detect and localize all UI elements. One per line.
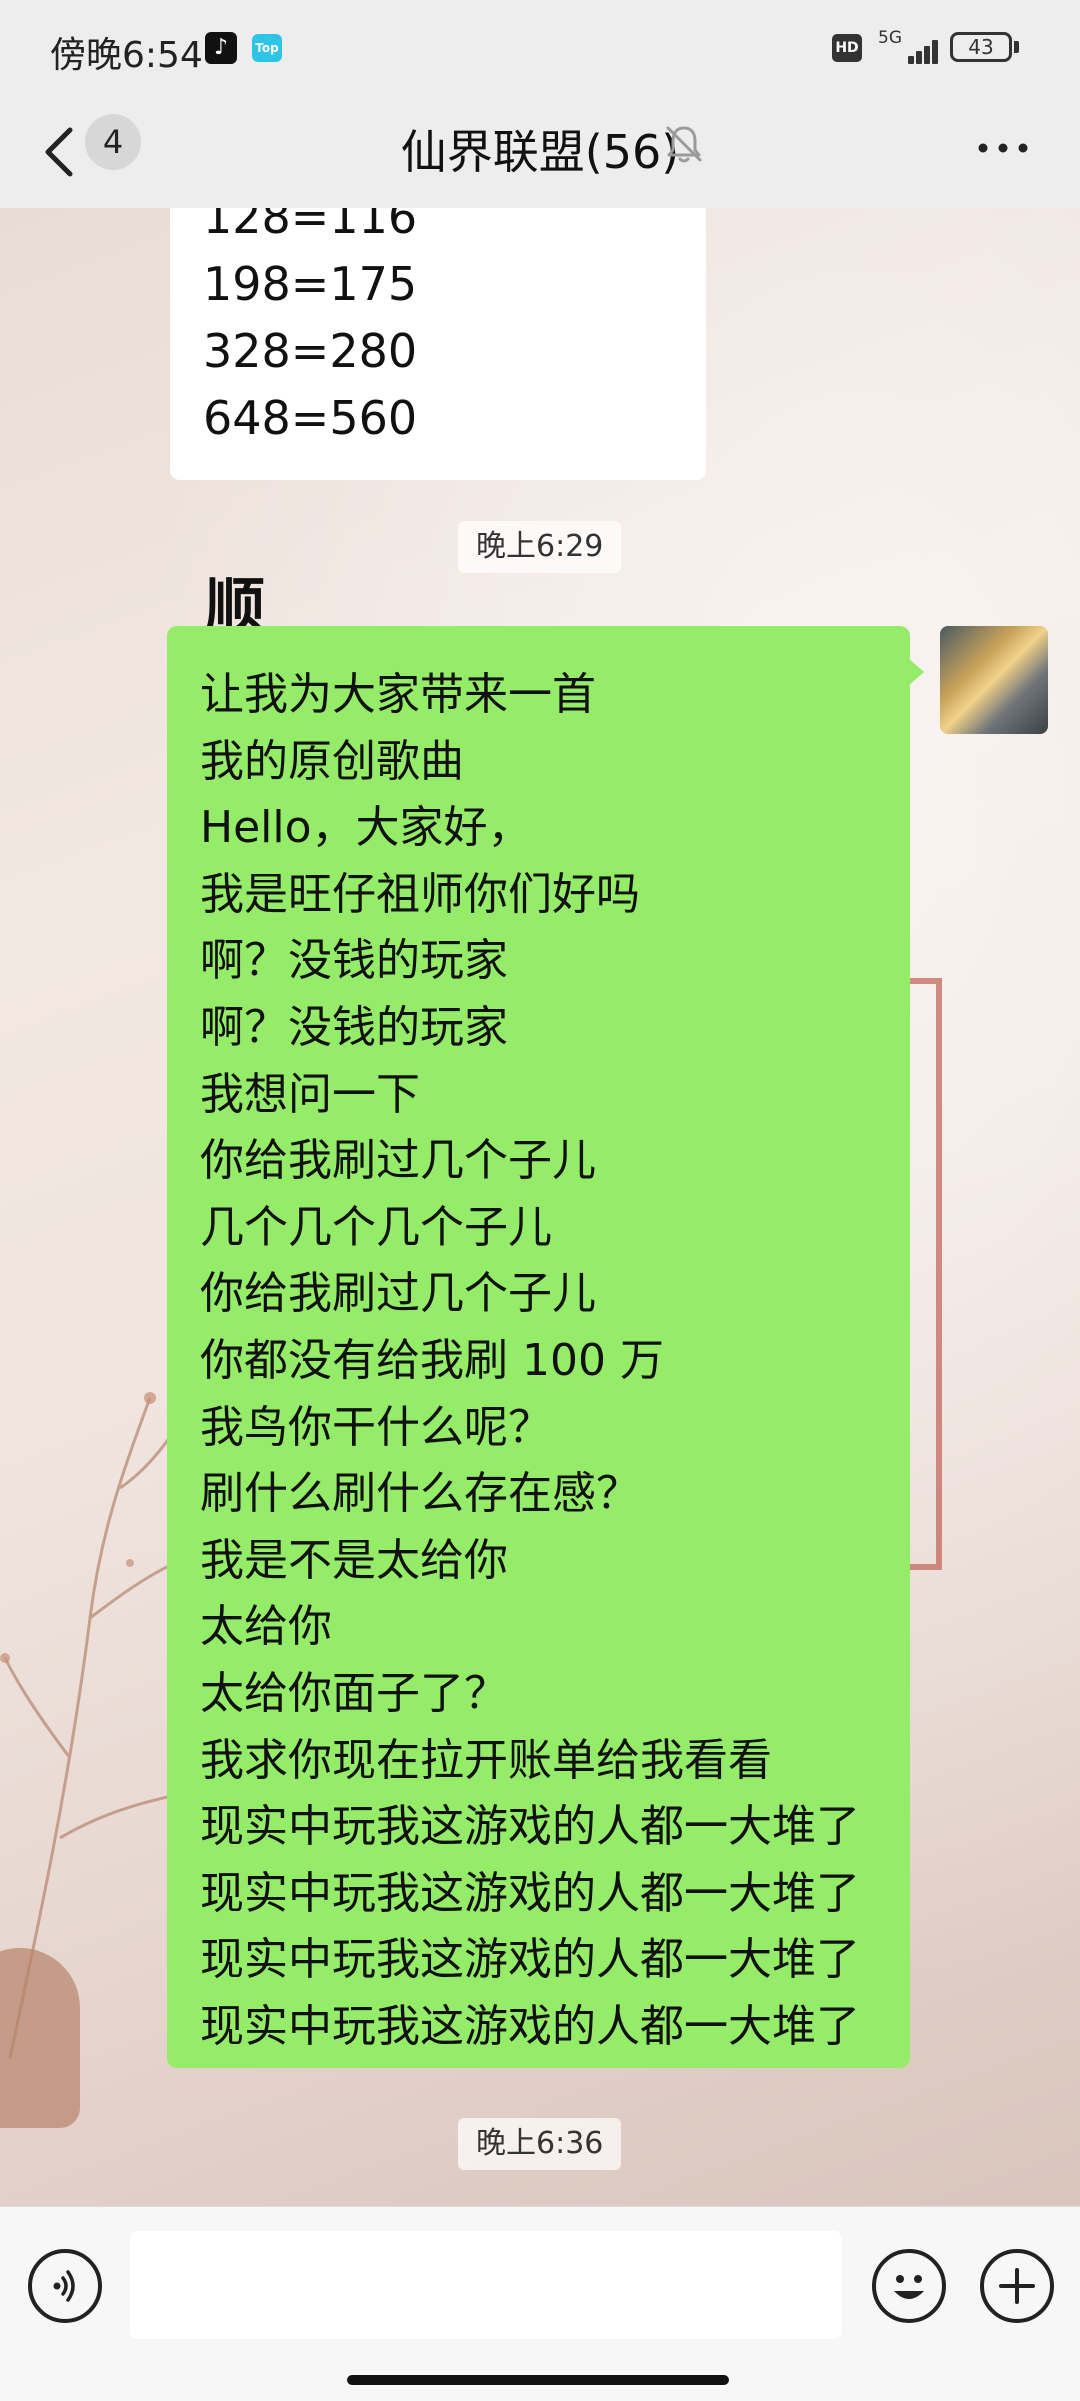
lyric-line: 太给你 <box>200 1601 332 1652</box>
plus-button[interactable] <box>980 2249 1054 2323</box>
lyric-line: 刷什么刷什么存在感？ <box>200 1468 640 1519</box>
avatar[interactable] <box>940 626 1048 734</box>
voice-icon <box>53 2270 75 2302</box>
lyric-line: 现实中玩我这游戏的人都一大堆了 <box>200 1801 860 1852</box>
bubble-tail <box>908 658 924 686</box>
home-indicator[interactable] <box>347 2375 729 2385</box>
chat-title[interactable]: 仙界联盟(56) <box>401 116 679 182</box>
lyric-line: 啊？没钱的玩家 <box>200 1002 508 1053</box>
chat-header: 4 仙界联盟(56) <box>0 100 1080 208</box>
lyric-line: 几个几个几个子儿 <box>200 1202 552 1253</box>
message-input[interactable] <box>130 2231 842 2339</box>
lyric-line: 我的原创歌曲 <box>200 736 464 787</box>
price-line: 128=116 <box>203 208 418 244</box>
battery-icon: 43 <box>950 32 1012 62</box>
wallpaper-vase-decoration <box>0 1948 80 2128</box>
message-timestamp: 晚上6:29 <box>458 521 622 573</box>
lyric-line: 我求你现在拉开账单给我看看 <box>200 1735 772 1786</box>
signal-icon <box>900 36 942 64</box>
lyric-line: 你给我刷过几个子儿 <box>200 1268 596 1319</box>
chat-title-wrap: 仙界联盟(56) <box>0 116 1080 182</box>
lyric-line: 你给我刷过几个子儿 <box>200 1135 596 1186</box>
top-app-icon: Top <box>252 34 282 62</box>
network-label: 5G <box>878 28 902 48</box>
bell-off-icon <box>666 126 702 163</box>
lyric-line: 我鸟你干什么呢？ <box>200 1402 552 1453</box>
chat-messages[interactable]: 128=116 198=175 328=280 648=560 晚上6:29 顺… <box>0 208 1080 2206</box>
emoji-button[interactable] <box>872 2249 946 2323</box>
more-dots-icon[interactable] <box>975 138 1031 158</box>
voice-button[interactable] <box>28 2249 102 2323</box>
input-bar <box>0 2206 1080 2401</box>
hd-badge: HD <box>832 34 862 62</box>
lyric-line: 我是旺仔祖师你们好吗 <box>200 869 640 920</box>
price-line: 198=175 <box>203 257 418 311</box>
lyric-line: 我想问一下 <box>200 1069 420 1120</box>
lyric-line: 现实中玩我这游戏的人都一大堆了 <box>200 1868 860 1919</box>
price-line: 648=560 <box>203 391 418 445</box>
price-line: 328=280 <box>203 324 418 378</box>
emoji-icon <box>894 2275 924 2299</box>
lyric-line: 现实中玩我这游戏的人都一大堆了 <box>200 1934 860 1985</box>
lyric-line: 太给你面子了？ <box>200 1668 508 1719</box>
battery-cap <box>1014 41 1019 53</box>
status-time: 傍晚6:54 <box>50 35 203 76</box>
message-timestamp: 晚上6:36 <box>458 2118 622 2170</box>
lyric-line: Hello，大家好， <box>200 802 532 853</box>
tiktok-icon: ♪ <box>205 32 237 64</box>
plus-icon <box>999 2268 1035 2304</box>
lyric-line: 现实中玩我这游戏的人都一大堆了 <box>200 2001 860 2052</box>
lyric-line: 啊？没钱的玩家 <box>200 935 508 986</box>
lyric-line: 你都没有给我刷 100 万 <box>200 1335 664 1386</box>
lyric-line: 让我为大家带来一首 <box>200 669 596 720</box>
status-bar: 傍晚6:54 ♪ Top HD 5G 43 <box>0 0 1080 100</box>
lyric-line: 我是不是太给你 <box>200 1535 508 1586</box>
